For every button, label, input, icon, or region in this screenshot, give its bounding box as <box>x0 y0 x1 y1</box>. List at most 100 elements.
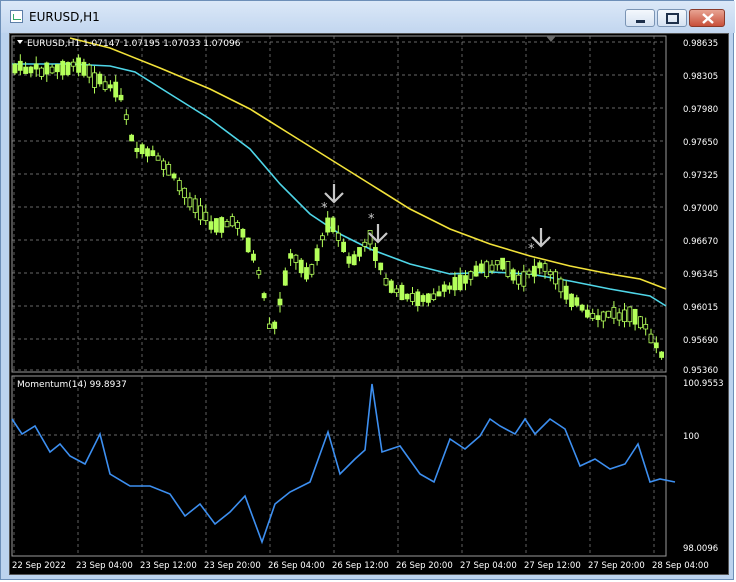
candle-body <box>346 256 352 264</box>
maximize-button[interactable] <box>657 9 687 27</box>
candle-body <box>28 66 34 74</box>
indicator-tick: 100 <box>683 432 699 442</box>
candle-body <box>558 278 564 293</box>
ma-slow-polyline <box>69 37 667 290</box>
candle-body <box>256 270 262 275</box>
candle-body <box>23 66 29 74</box>
candle-body <box>516 274 521 285</box>
time-label: 23 Sep 04:00 <box>76 561 133 571</box>
candle-body <box>118 94 124 101</box>
momentum-line <box>11 383 676 545</box>
candle-body <box>590 313 596 319</box>
candle-body <box>441 284 447 292</box>
candle-body <box>425 293 431 303</box>
candle-body <box>622 309 627 323</box>
candle-body <box>330 217 336 233</box>
price-tick: 0.95690 <box>683 336 718 346</box>
candle-body <box>129 134 134 142</box>
candle-body <box>431 293 437 300</box>
candle-body <box>12 63 18 74</box>
candle-body <box>134 147 140 153</box>
candle-body <box>372 247 378 261</box>
candle-body <box>123 114 129 121</box>
candle-body <box>102 81 108 90</box>
candle-body <box>505 261 511 277</box>
time-label: 27 Sep 04:00 <box>460 561 517 571</box>
time-label: 27 Sep 12:00 <box>524 561 581 571</box>
candle-body <box>484 261 490 277</box>
candle-body <box>309 264 315 275</box>
candle-body <box>510 269 516 281</box>
indicator-tick: 98.0096 <box>683 544 718 554</box>
time-label: 27 Sep 20:00 <box>588 561 645 571</box>
sell-arrow-icon <box>324 184 344 204</box>
candle-body <box>208 221 214 230</box>
candle-body <box>341 241 347 253</box>
candle-body <box>553 271 558 285</box>
candle-body <box>160 160 166 170</box>
candle-body <box>203 211 209 221</box>
candle-body <box>648 333 654 344</box>
time-label: 26 Sep 20:00 <box>396 561 453 571</box>
candle-body <box>288 253 294 259</box>
candle-body <box>97 73 103 85</box>
candle-body <box>489 264 495 272</box>
candle-body <box>457 274 463 291</box>
time-label: 26 Sep 12:00 <box>332 561 389 571</box>
candle-body <box>606 310 611 318</box>
chart-shift-marker[interactable] <box>546 36 556 42</box>
indicator-panel-frame <box>11 375 667 557</box>
candle-body <box>245 237 251 253</box>
candle-body <box>266 323 272 329</box>
candle-body <box>319 235 325 241</box>
candle-body <box>219 217 225 233</box>
candle-body <box>240 228 246 238</box>
candle-body <box>574 297 580 306</box>
price-tick: 0.97325 <box>683 171 718 181</box>
triangle-down-icon[interactable] <box>17 40 23 44</box>
candle-body <box>166 164 172 176</box>
candle-body <box>537 262 543 269</box>
price-tick: 0.98635 <box>683 39 718 49</box>
fractal-star-icon: * <box>321 201 328 216</box>
candle-body <box>213 218 219 233</box>
title-bar[interactable]: EURUSD,H1 <box>1 1 735 33</box>
fractal-star-icon: * <box>368 212 375 227</box>
candle-body <box>627 306 633 323</box>
candle-body <box>595 315 601 320</box>
candle-body <box>399 284 405 301</box>
candle-body <box>526 270 532 275</box>
candle-body <box>542 263 548 272</box>
price-chart-svg[interactable]: * * * EURUSD,H1 1.07147 1.07195 1.07033 1.… <box>10 34 728 574</box>
candle-body <box>362 241 368 247</box>
close-button[interactable] <box>689 9 725 27</box>
candle-body <box>86 64 92 78</box>
candle-body <box>293 254 299 263</box>
chart-canvas[interactable]: * * * EURUSD,H1 1.07147 1.07195 1.07033 1.… <box>9 33 729 575</box>
time-label: 22 Sep 2022 <box>12 561 66 571</box>
candle-body <box>70 61 76 67</box>
candle-body <box>569 293 574 307</box>
candle-body <box>113 81 119 98</box>
candle-body <box>585 309 590 318</box>
candle-body <box>521 271 527 287</box>
close-icon <box>702 13 714 24</box>
candle-body <box>394 288 400 294</box>
candle-body <box>224 221 230 228</box>
candle-body <box>325 217 331 233</box>
minimize-button[interactable] <box>625 9 655 27</box>
time-label: 23 Sep 20:00 <box>204 561 261 571</box>
candle-body <box>632 308 638 325</box>
candle-body <box>272 321 278 329</box>
ma-slow-line <box>69 37 667 290</box>
candle-body <box>304 267 309 280</box>
candle-body <box>235 222 241 229</box>
candle-body <box>452 277 458 291</box>
candle-body <box>187 197 193 208</box>
candle-body <box>155 155 161 161</box>
candle-body <box>600 311 606 322</box>
candle-body <box>420 295 426 302</box>
price-tick: 0.96670 <box>683 237 718 247</box>
price-tick: 0.97980 <box>683 105 718 115</box>
candle-body <box>415 291 421 306</box>
